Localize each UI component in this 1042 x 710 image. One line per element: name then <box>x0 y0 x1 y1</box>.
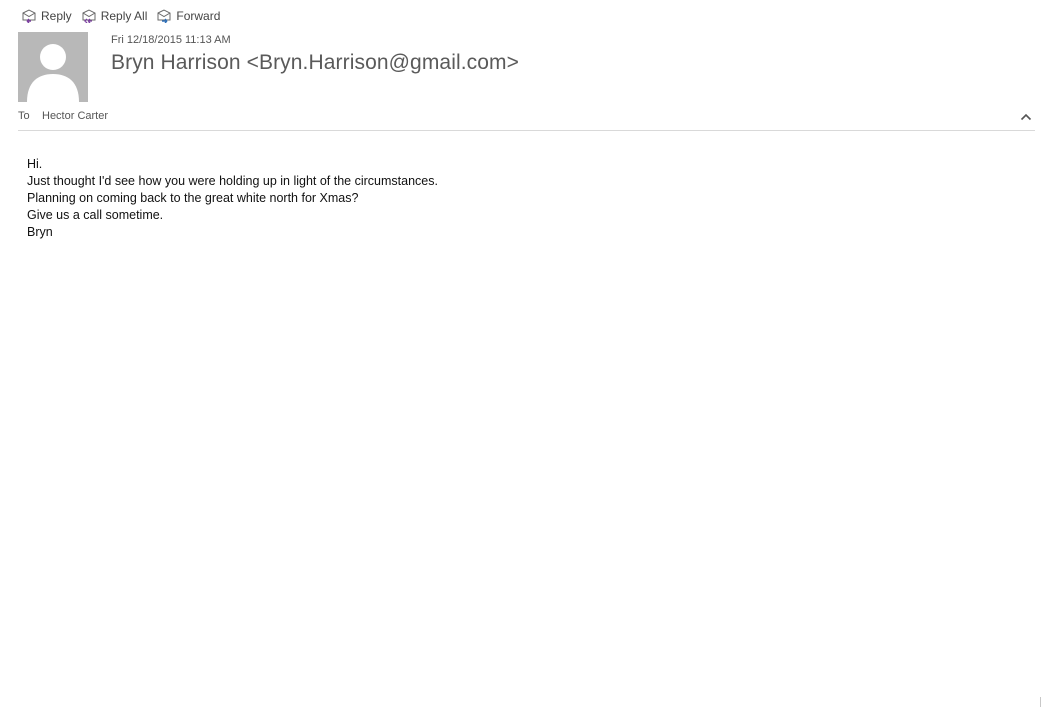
header-divider <box>18 130 1035 131</box>
chevron-up-icon <box>1020 113 1032 121</box>
reply-all-label: Reply All <box>100 9 148 23</box>
message-sender[interactable]: Bryn Harrison <Bryn.Harrison@gmail.com> <box>111 51 519 75</box>
body-line: Bryn <box>27 225 53 239</box>
message-body: Hi. Just thought I'd see how you were ho… <box>27 156 438 241</box>
body-line: Hi. <box>27 157 43 171</box>
reply-label: Reply <box>41 9 72 23</box>
recipients-row: To Hector Carter <box>18 110 108 122</box>
forward-icon <box>157 9 171 23</box>
body-line: Give us a call sometime. <box>27 208 164 222</box>
resize-grip[interactable] <box>1040 697 1041 707</box>
forward-button[interactable]: Forward <box>153 6 226 26</box>
to-label: To <box>18 110 30 122</box>
reply-all-icon <box>82 9 96 23</box>
forward-label: Forward <box>176 9 221 23</box>
collapse-header-button[interactable] <box>1018 109 1034 125</box>
recipient-name[interactable]: Hector Carter <box>42 110 108 122</box>
reading-pane-toolbar: Reply Reply All Forward <box>18 6 226 26</box>
message-date: Fri 12/18/2015 11:13 AM <box>111 34 231 46</box>
body-line: Planning on coming back to the great whi… <box>27 191 359 205</box>
body-line: Just thought I'd see how you were holdin… <box>27 174 438 188</box>
person-placeholder-icon <box>18 32 88 102</box>
reply-all-button[interactable]: Reply All <box>78 6 154 26</box>
reply-button[interactable]: Reply <box>18 6 78 26</box>
reply-icon <box>22 9 36 23</box>
sender-avatar <box>18 32 88 102</box>
